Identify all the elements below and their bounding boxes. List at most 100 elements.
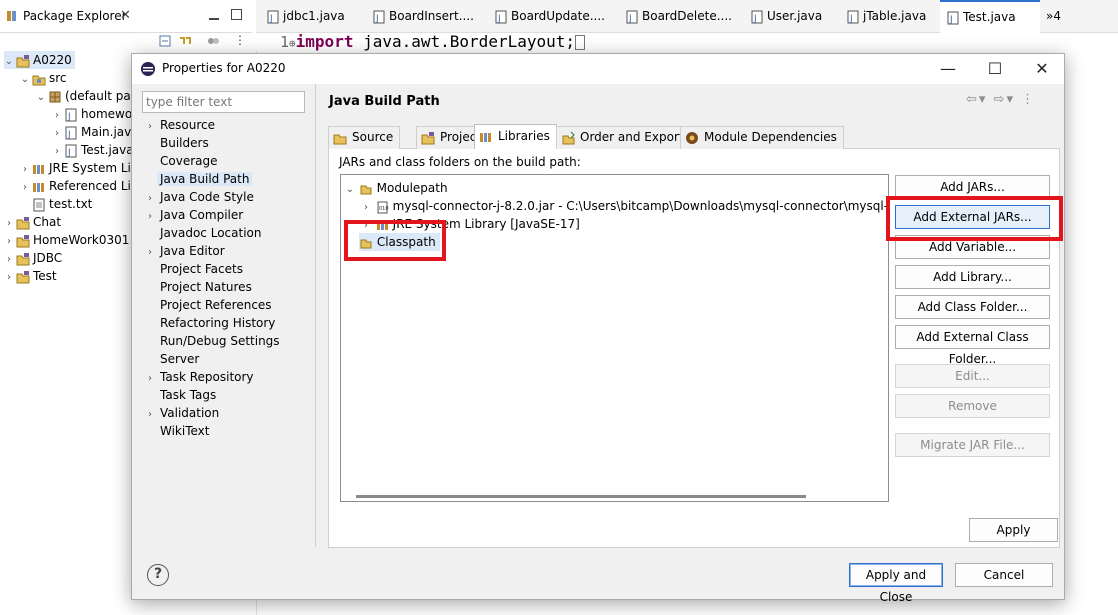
editor-tab[interactable]: J User.java [744, 0, 834, 33]
tree-item[interactable]: › Jhomewo [52, 105, 132, 123]
tree-item[interactable]: ⌄ A0220 [4, 51, 75, 69]
category-item[interactable]: › Resource [140, 116, 215, 134]
apply-button[interactable]: Apply [969, 518, 1058, 542]
category-item[interactable]: › Task Repository [140, 368, 254, 386]
horizontal-scrollbar[interactable] [356, 495, 806, 498]
svg-text:J: J [753, 14, 757, 24]
navigation-arrows[interactable]: ⇦▾ ⇨▾ ⋮ [966, 92, 1036, 107]
expand-chevron-icon[interactable]: ⌄ [4, 53, 14, 71]
package-explorer-tab[interactable]: Package Explorer ✕ [0, 0, 252, 33]
tree-item[interactable]: › JRE System Lib [20, 159, 138, 177]
focus-icon[interactable] [206, 34, 220, 48]
editor-tab[interactable]: Jjdbc1.java [260, 0, 360, 33]
tree-item[interactable]: › HomeWork0301 [4, 231, 129, 249]
remove-button[interactable]: Remove [895, 394, 1050, 418]
category-item[interactable]: › Java Compiler [140, 206, 243, 224]
tab-module-dependencies[interactable]: Module Dependencies [680, 126, 844, 149]
editor-tab-overflow[interactable]: »4 [1040, 0, 1061, 33]
filter-input[interactable] [142, 91, 305, 113]
collapse-all-icon[interactable] [158, 34, 172, 48]
category-item[interactable]: Project References [140, 296, 272, 314]
tree-item[interactable]: › JDBC [4, 249, 62, 267]
editor-tab[interactable]: JjTable.java [840, 0, 934, 33]
java-file-icon: J [750, 10, 764, 24]
category-label: Task Repository [160, 370, 254, 384]
minimize-button[interactable]: — [938, 59, 958, 78]
category-item[interactable]: WikiText [140, 422, 210, 440]
category-item[interactable]: › Validation [140, 404, 219, 422]
code-text: java.awt.BorderLayout; [353, 32, 576, 51]
jars-label: JARs and class folders on the build path… [339, 155, 581, 169]
category-label: WikiText [160, 424, 210, 438]
add-class-folder-button[interactable]: Add Class Folder... [895, 295, 1050, 319]
expand-chevron-icon[interactable]: ⌄ [20, 71, 30, 89]
category-item[interactable]: Refactoring History [140, 314, 275, 332]
help-icon[interactable]: ? [147, 564, 169, 586]
category-item[interactable]: Run/Debug Settings [140, 332, 280, 350]
category-label: Project References [160, 298, 272, 312]
link-editor-icon[interactable] [178, 34, 192, 48]
tree-item[interactable]: › J Main.java [52, 123, 139, 141]
tab-libraries[interactable]: Libraries [474, 124, 557, 149]
code-line[interactable]: 1⊕import java.awt.BorderLayout; [256, 33, 1118, 51]
add-library-button[interactable]: Add Library... [895, 265, 1050, 289]
tree-label: mysql-connector-j-8.2.0.jar - C:\Users\b… [392, 199, 889, 213]
editor-tab-bar: Jjdbc1.java J BoardInsert.... J BoardUpdate.… [256, 0, 1118, 33]
add-external-class-folder-button[interactable]: Add External Class Folder... [895, 325, 1050, 366]
expand-chevron-icon[interactable]: ⌄ [36, 89, 46, 107]
editor-tab[interactable]: J BoardInsert.... [366, 0, 482, 33]
tab-label: Order and Export [580, 130, 684, 144]
project-icon [16, 234, 30, 248]
apply-and-close-button[interactable]: Apply and Close [849, 563, 943, 604]
editor-tab[interactable]: J Test.java [940, 0, 1040, 33]
minimize-icon[interactable] [209, 6, 219, 20]
migrate-jar-button[interactable]: Migrate JAR File... [895, 433, 1050, 457]
category-item[interactable]: Project Facets [140, 260, 243, 278]
view-menu-icon[interactable]: ⋮ [234, 33, 246, 47]
tree-item[interactable]: › Chat [4, 213, 61, 231]
edit-button[interactable]: Edit... [895, 364, 1050, 388]
editor-tab-label: BoardInsert.... [389, 9, 474, 23]
category-label: Javadoc Location [160, 226, 262, 240]
package-explorer-icon [6, 10, 18, 25]
expand-chevron-icon[interactable]: › [4, 269, 14, 287]
tree-label: Test [33, 269, 57, 283]
tree-item[interactable]: ⌄ (default pac [36, 87, 138, 107]
tree-item[interactable]: › Test [4, 267, 57, 285]
package-explorer-tree: ⌄ A0220 ⌄ src ⌄ (default pac › Jhomewo › J Main.ja… [0, 33, 140, 615]
maximize-icon[interactable] [231, 9, 242, 20]
cancel-button[interactable]: Cancel [955, 563, 1053, 587]
tree-item[interactable]: test.txt [20, 195, 92, 213]
tab-order-and-export[interactable]: Order and Export [556, 126, 691, 149]
project-icon [16, 216, 30, 230]
editor-tab[interactable]: J BoardDelete.... [619, 0, 738, 33]
maximize-button[interactable]: ☐ [985, 59, 1005, 78]
category-item[interactable]: Server [140, 350, 199, 368]
tree-label: Modulepath [376, 181, 448, 195]
tab-source[interactable]: Source [328, 126, 401, 149]
tree-item-jar[interactable]: › 010 mysql-connector-j-8.2.0.jar - C:\U… [361, 197, 889, 215]
close-button[interactable]: ✕ [1032, 59, 1052, 78]
svg-text:J: J [269, 14, 273, 24]
category-label: Java Compiler [160, 208, 244, 222]
category-item[interactable]: Java Build Path [140, 170, 253, 188]
tree-item[interactable]: ⌄ src [20, 69, 67, 87]
tree-item[interactable]: › Referenced Lib [20, 177, 139, 195]
category-item[interactable]: Coverage [140, 152, 218, 170]
category-item[interactable]: Task Tags [140, 386, 216, 404]
java-file-icon: J [266, 10, 280, 24]
category-item[interactable]: › Java Editor [140, 242, 225, 260]
splitter[interactable] [315, 84, 316, 547]
category-item[interactable]: › Java Code Style [140, 188, 254, 206]
tree-item[interactable]: › J Test.java [52, 141, 134, 159]
category-item[interactable]: Builders [140, 134, 209, 152]
tree-label: Main.java [81, 125, 139, 139]
category-item[interactable]: Project Natures [140, 278, 252, 296]
editor-tab[interactable]: J BoardUpdate.... [488, 0, 613, 33]
source-icon [333, 131, 347, 145]
fold-marker-icon[interactable]: ⊕ [289, 37, 296, 50]
category-item[interactable]: Javadoc Location [140, 224, 261, 242]
tree-item-modulepath[interactable]: ⌄ Modulepath [345, 179, 448, 197]
category-label: Refactoring History [160, 316, 276, 330]
close-icon[interactable]: ✕ [120, 8, 131, 23]
